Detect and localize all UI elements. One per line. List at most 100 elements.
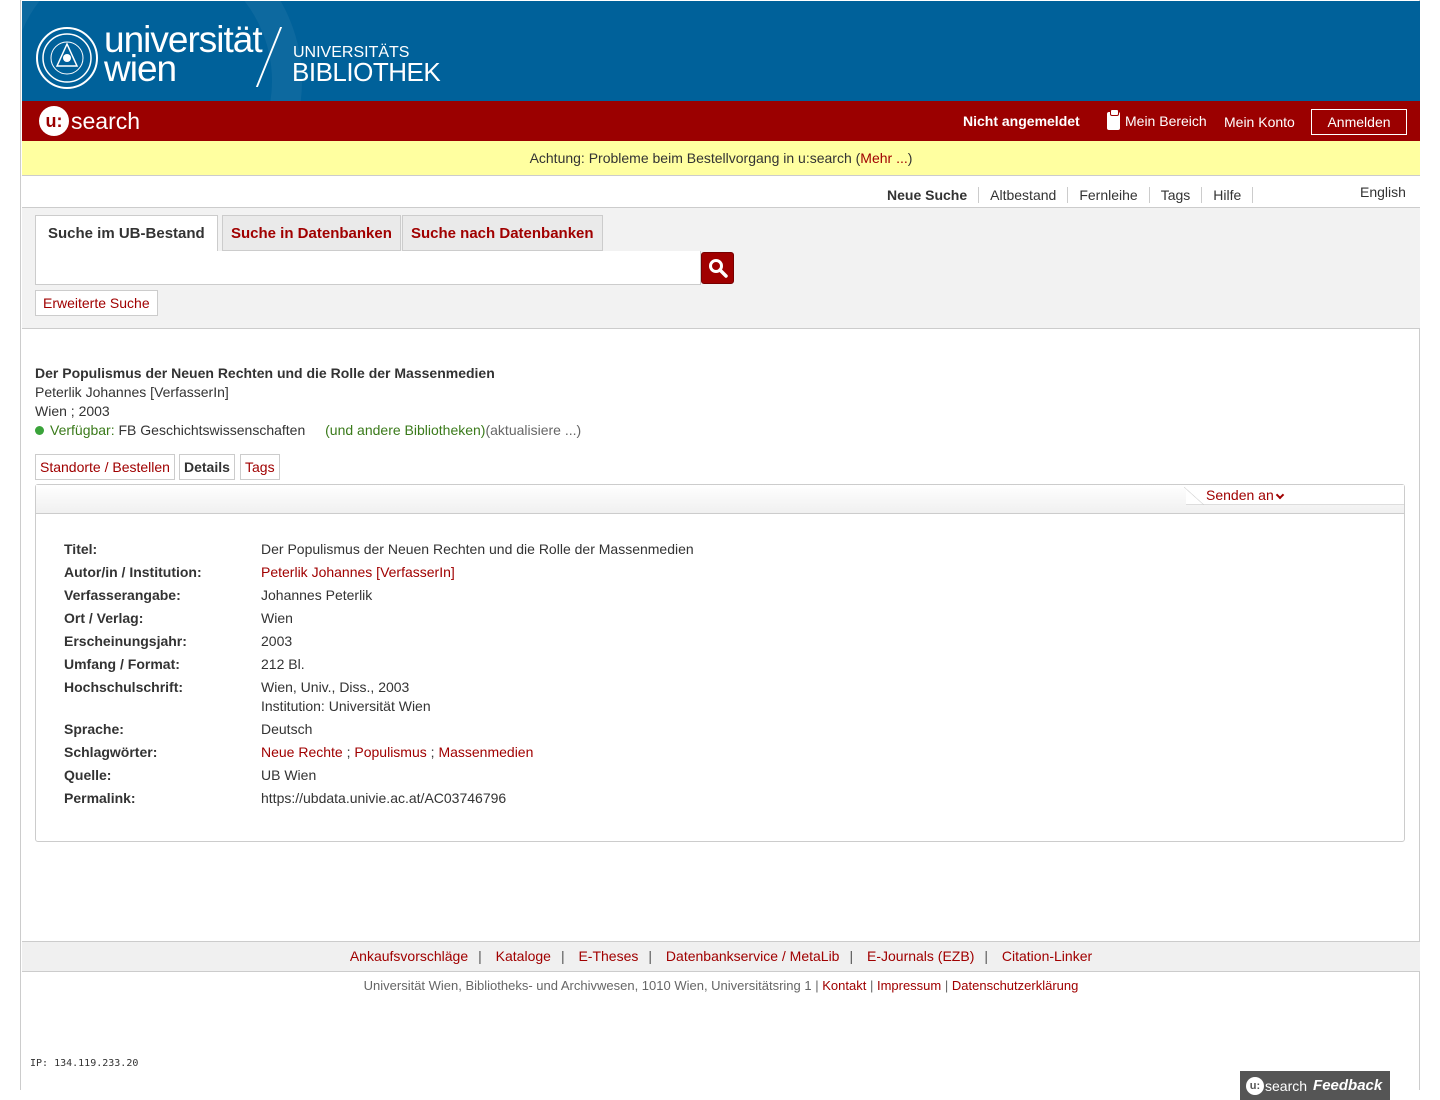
detail-label: Schlagwörter: xyxy=(64,744,158,760)
footer-navigation: Ankaufsvorschläge | Kataloge | E-Theses | D… xyxy=(22,941,1420,972)
footer-separator: | xyxy=(869,978,874,993)
footer-separator: | xyxy=(478,948,482,964)
tab-datenbanken[interactable]: Suche in Datenbanken xyxy=(222,215,401,251)
availability-refresh: (aktualisiere ...) xyxy=(485,422,582,438)
details-list: Titel: Der Populismus der Neuen Rechten … xyxy=(64,540,694,812)
subject-link-populismus[interactable]: Populismus xyxy=(354,744,426,760)
detail-row-titel: Titel: Der Populismus der Neuen Rechten … xyxy=(64,540,694,559)
detail-value-jahr: 2003 xyxy=(261,633,293,649)
availability-location: FB Geschichtswissenschaften xyxy=(114,422,306,438)
site-header: universität wien UNIVERSITÄTS BIBLIOTHEK xyxy=(22,1,1420,101)
notice-banner: Achtung: Probleme beim Bestellvorgang in… xyxy=(22,141,1420,176)
library-logo-line2[interactable]: BIBLIOTHEK xyxy=(292,59,441,85)
subject-separator: ; xyxy=(430,744,435,760)
detail-value-ort: Wien xyxy=(261,610,293,626)
footer-datenschutz-link[interactable]: Datenschutzerklärung xyxy=(952,978,1078,993)
feedback-logo-mark: u: xyxy=(1246,1076,1264,1095)
record-author: Peterlik Johannes [VerfasserIn] xyxy=(35,384,229,400)
usearch-logo[interactable]: u: search xyxy=(39,105,140,137)
search-icon xyxy=(708,259,728,278)
detail-label: Ort / Verlag: xyxy=(64,610,144,626)
university-logo-text[interactable]: universität wien xyxy=(104,21,263,87)
tab-standorte-bestellen[interactable]: Standorte / Bestellen xyxy=(35,454,175,480)
subject-link-massenmedien[interactable]: Massenmedien xyxy=(438,744,533,760)
other-libraries-link[interactable]: (und andere Bibliotheken) xyxy=(325,422,485,438)
footer-link-ankaufsvorschlaege[interactable]: Ankaufsvorschläge xyxy=(350,948,468,964)
author-link[interactable]: Peterlik Johannes [VerfasserIn] xyxy=(261,564,455,580)
notice-more-link[interactable]: Mehr ... xyxy=(860,150,907,166)
nav-tags[interactable]: Tags xyxy=(1150,187,1203,203)
nav-fernleihe[interactable]: Fernleihe xyxy=(1068,187,1150,203)
detail-label: Erscheinungsjahr: xyxy=(64,633,187,649)
details-panel-header: Senden an xyxy=(36,485,1404,514)
clipboard-icon xyxy=(1107,109,1120,130)
footer-separator: | xyxy=(560,948,565,964)
detail-row-verfasserangabe: Verfasserangabe: Johannes Peterlik xyxy=(64,586,694,605)
footer-kontakt-link[interactable]: Kontakt xyxy=(822,978,866,993)
footer-link-kataloge[interactable]: Kataloge xyxy=(496,948,551,964)
tab-nach-datenbanken[interactable]: Suche nach Datenbanken xyxy=(402,215,603,251)
tab-details[interactable]: Details xyxy=(179,454,235,480)
detail-row-autor: Autor/in / Institution: Peterlik Johanne… xyxy=(64,563,694,582)
detail-value-quelle: UB Wien xyxy=(261,767,317,783)
mein-bereich-link[interactable]: Mein Bereich xyxy=(1107,109,1207,130)
detail-row-jahr: Erscheinungsjahr: 2003 xyxy=(64,632,694,651)
detail-row-schlagwoerter: Schlagwörter: Neue Rechte ; Populismus ;… xyxy=(64,743,694,762)
language-switch[interactable]: English xyxy=(1360,184,1406,200)
usearch-bar: u: search Nicht angemeldet Mein Bereich … xyxy=(22,101,1420,141)
detail-label: Quelle: xyxy=(64,767,112,783)
topnav-list: Neue Suche Altbestand Fernleihe Tags Hil… xyxy=(876,187,1254,203)
subject-link-neue-rechte[interactable]: Neue Rechte xyxy=(261,744,343,760)
detail-value-verfasserangabe: Johannes Peterlik xyxy=(261,587,373,603)
feedback-button[interactable]: u: search Feedback xyxy=(1240,1071,1390,1100)
detail-label: Permalink: xyxy=(64,790,136,806)
detail-value-sprache: Deutsch xyxy=(261,721,313,737)
tab-tags[interactable]: Tags xyxy=(240,454,280,480)
advanced-search-button[interactable]: Erweiterte Suche xyxy=(35,290,158,316)
notice-text: Achtung: Probleme beim Bestellvorgang in… xyxy=(529,150,861,166)
detail-value-hochschulschrift: Wien, Univ., Diss., 2003 Institution: Un… xyxy=(261,678,431,716)
footer-link-datenbankservice[interactable]: Datenbankservice / MetaLib xyxy=(666,948,840,964)
footer-impressum-link[interactable]: Impressum xyxy=(877,978,941,993)
footer-link-citation-linker[interactable]: Citation-Linker xyxy=(1002,948,1092,964)
send-to-menu[interactable]: Senden an xyxy=(1184,487,1404,505)
search-button[interactable] xyxy=(701,252,734,284)
footer-link-ejournals[interactable]: E-Journals (EZB) xyxy=(867,948,974,964)
nav-neue-suche[interactable]: Neue Suche xyxy=(876,187,980,203)
details-panel: Senden an Titel: Der Populismus der Neue… xyxy=(35,484,1405,842)
nav-hilfe[interactable]: Hilfe xyxy=(1202,187,1254,203)
mein-konto-link[interactable]: Mein Konto xyxy=(1224,114,1295,130)
search-input[interactable] xyxy=(35,251,701,285)
detail-label: Verfasserangabe: xyxy=(64,587,181,603)
footer-separator: | xyxy=(984,948,988,964)
detail-row-ort: Ort / Verlag: Wien xyxy=(64,609,694,628)
mein-bereich-label: Mein Bereich xyxy=(1125,113,1207,129)
detail-row-quelle: Quelle: UB Wien xyxy=(64,766,694,785)
detail-label: Sprache: xyxy=(64,721,124,737)
detail-row-umfang: Umfang / Format: 212 Bl. xyxy=(64,655,694,674)
usearch-logo-word: search xyxy=(71,107,141,134)
detail-label: Autor/in / Institution: xyxy=(64,564,202,580)
university-seal-icon[interactable] xyxy=(35,26,99,90)
detail-label: Titel: xyxy=(64,541,98,557)
login-status: Nicht angemeldet xyxy=(963,113,1080,129)
nav-altbestand[interactable]: Altbestand xyxy=(979,187,1069,203)
feedback-logo-word: search xyxy=(1265,1077,1308,1094)
footer-address: Universität Wien, Bibliotheks- und Archi… xyxy=(22,978,1420,993)
detail-value-schlagwoerter: Neue Rechte ; Populismus ; Massenmedien xyxy=(261,743,533,762)
ip-address: IP: 134.119.233.20 xyxy=(30,1058,139,1069)
detail-row-permalink: Permalink: https://ubdata.univie.ac.at/A… xyxy=(64,789,694,808)
detail-label: Hochschulschrift: xyxy=(64,679,184,695)
permalink-value[interactable]: https://ubdata.univie.ac.at/AC03746796 xyxy=(261,789,506,808)
notice-close-paren: ) xyxy=(907,150,913,166)
footer-address-text: Universität Wien, Bibliotheks- und Archi… xyxy=(363,978,819,993)
send-to-label: Senden an xyxy=(1206,487,1274,503)
subject-separator: ; xyxy=(346,744,351,760)
availability-line: Verfügbar: FB Geschichtswissenschaften (… xyxy=(35,422,581,438)
footer-link-etheses[interactable]: E-Theses xyxy=(578,948,638,964)
detail-row-sprache: Sprache: Deutsch xyxy=(64,720,694,739)
usearch-logo-mark: u: xyxy=(39,106,69,136)
login-button[interactable]: Anmelden xyxy=(1311,109,1407,135)
footer-separator: | xyxy=(944,978,949,993)
search-area: Suche im UB-Bestand Suche in Datenbanken… xyxy=(22,208,1420,329)
